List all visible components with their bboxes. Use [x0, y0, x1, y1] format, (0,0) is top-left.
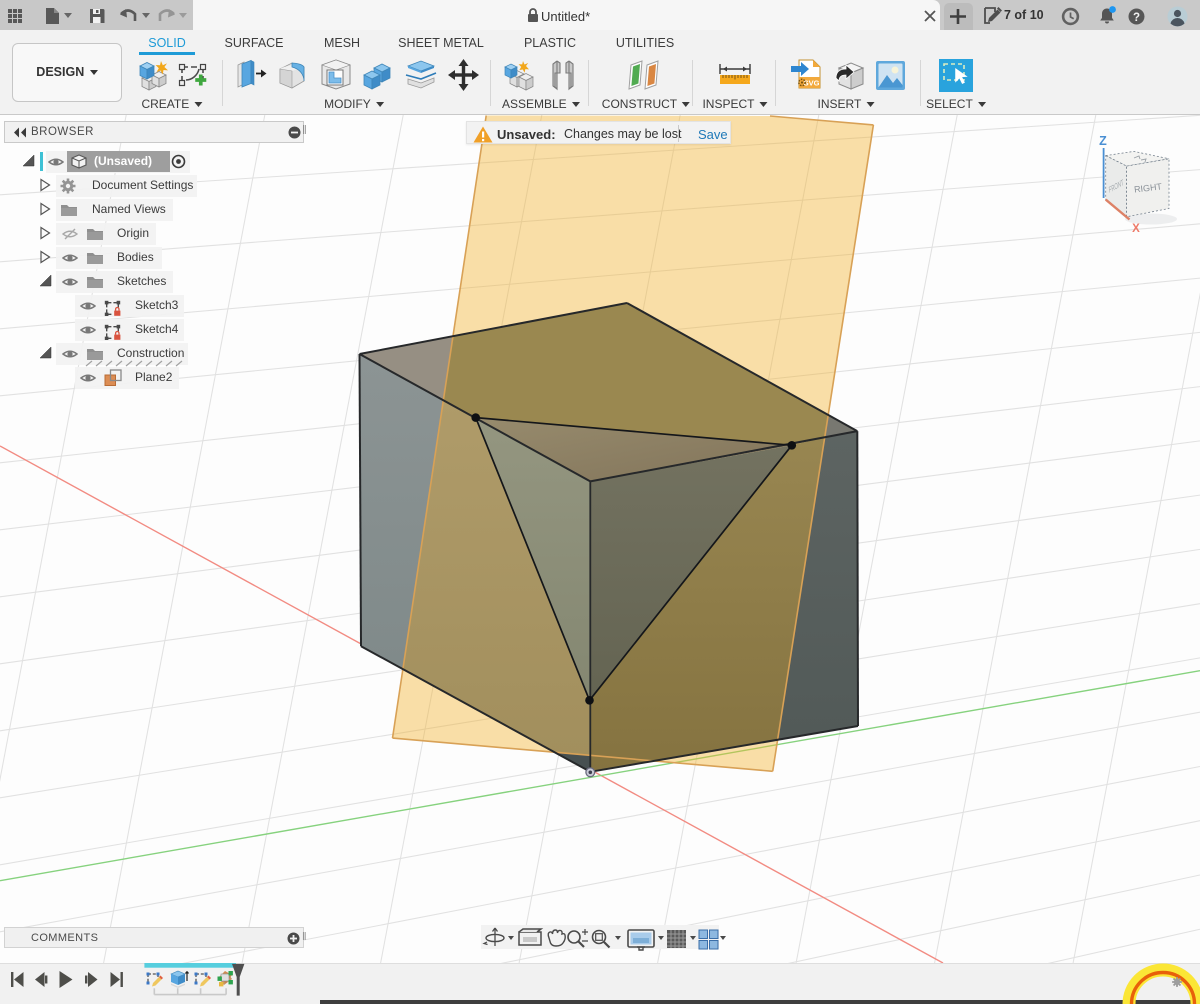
svg-text:Z: Z [1099, 134, 1107, 148]
svg-text:X: X [1132, 223, 1140, 235]
